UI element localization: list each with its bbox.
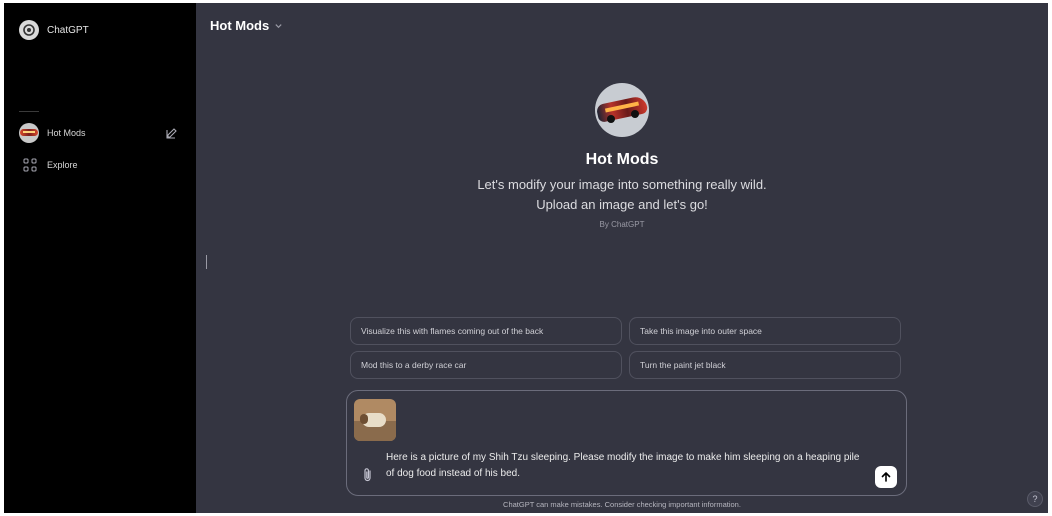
- suggestion-grid: Visualize this with flames coming out of…: [350, 317, 901, 379]
- gpt-hero-avatar: [595, 83, 649, 137]
- gpt-name: Hot Mods: [585, 151, 659, 168]
- message-input[interactable]: Here is a picture of my Shih Tzu sleepin…: [386, 450, 866, 482]
- suggestion-button[interactable]: Mod this to a derby race car: [350, 351, 622, 379]
- gpt-avatar: [19, 123, 39, 143]
- grid-icon: [23, 158, 37, 172]
- page-title: Hot Mods: [210, 18, 270, 33]
- suggestion-button[interactable]: Visualize this with flames coming out of…: [350, 317, 622, 345]
- gpt-description: Let's modify your image into something r…: [196, 175, 1048, 215]
- suggestion-button[interactable]: Turn the paint jet black: [629, 351, 901, 379]
- attached-image-thumbnail[interactable]: [354, 399, 396, 441]
- sidebar-toggle-handle[interactable]: [206, 255, 207, 269]
- gpt-intro: Hot Mods Let's modify your image into so…: [196, 83, 1048, 229]
- arrow-up-icon: [881, 472, 891, 482]
- sidebar-item-label: Hot Mods: [47, 128, 86, 138]
- chevron-down-icon: [275, 24, 282, 29]
- chatgpt-logo-icon: [19, 20, 39, 40]
- suggestion-button[interactable]: Take this image into outer space: [629, 317, 901, 345]
- paperclip-icon[interactable]: [361, 467, 375, 483]
- gpt-description-line: Let's modify your image into something r…: [477, 177, 767, 192]
- brand-link[interactable]: ChatGPT: [19, 20, 89, 40]
- message-composer[interactable]: Here is a picture of my Shih Tzu sleepin…: [346, 390, 907, 496]
- gpt-selector[interactable]: Hot Mods: [210, 18, 283, 33]
- send-button[interactable]: [875, 466, 897, 488]
- new-chat-edit-icon[interactable]: [165, 126, 179, 140]
- sidebar-item-explore[interactable]: Explore: [19, 155, 179, 175]
- brand-name: ChatGPT: [47, 24, 89, 36]
- main-panel: Hot Mods Hot Mods Let's modify your imag…: [196, 3, 1048, 513]
- help-button[interactable]: ?: [1027, 491, 1043, 507]
- gpt-author: By ChatGPT: [599, 220, 645, 229]
- app-window: ChatGPT Hot Mods Explore Hot Mods Hot Mo…: [4, 3, 1048, 513]
- sidebar-item-hot-mods[interactable]: Hot Mods: [19, 123, 179, 143]
- gpt-description-line: Upload an image and let's go!: [536, 197, 708, 212]
- sidebar-item-label: Explore: [47, 160, 78, 170]
- disclaimer-text: ChatGPT can make mistakes. Consider chec…: [503, 500, 741, 509]
- sidebar: ChatGPT Hot Mods Explore: [4, 3, 196, 513]
- sidebar-divider: [19, 111, 39, 112]
